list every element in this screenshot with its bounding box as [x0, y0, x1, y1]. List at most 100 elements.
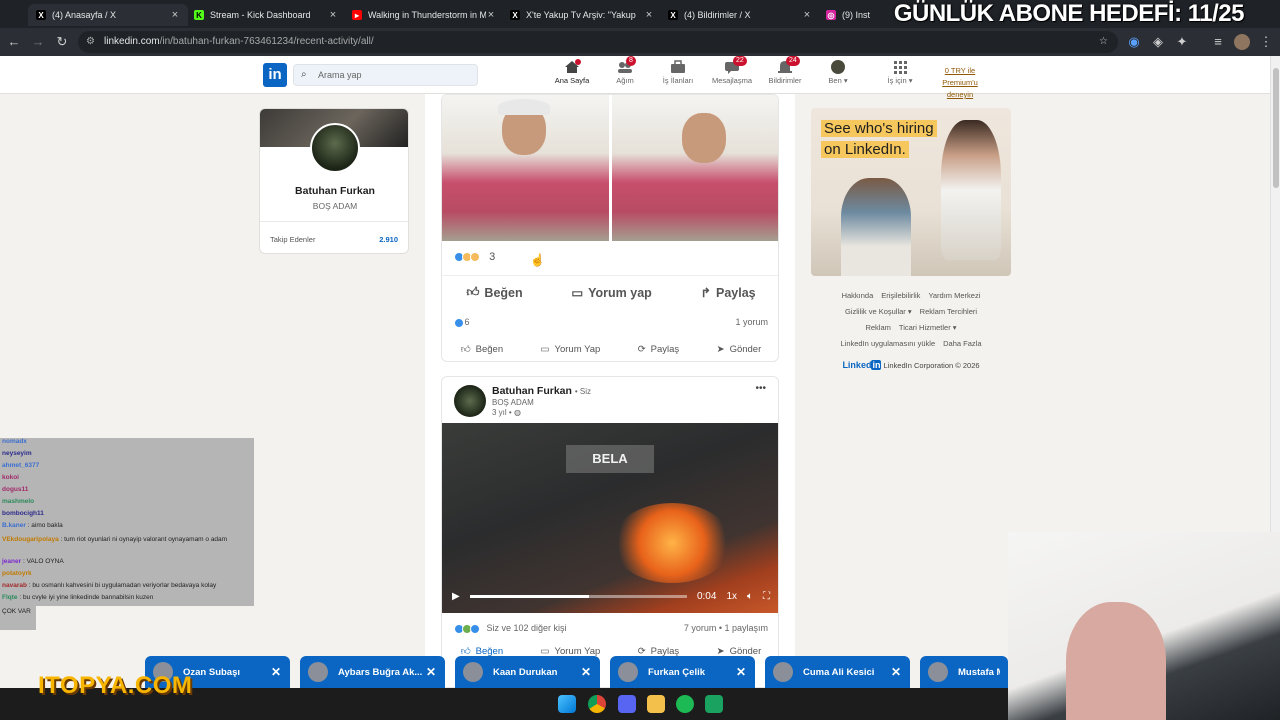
author-avatar[interactable]	[454, 385, 486, 417]
profile-avatar[interactable]	[310, 123, 360, 173]
nav-jobs[interactable]: İş İlanları	[648, 60, 708, 85]
linkedin-logo[interactable]: in	[263, 63, 287, 87]
briefcase-icon	[670, 60, 686, 74]
extension-icon[interactable]: ◈	[1150, 34, 1166, 50]
nav-notifications[interactable]: 24 Bildirimler	[755, 56, 815, 85]
scroll-thumb[interactable]	[1273, 68, 1279, 188]
browser-tab[interactable]: X X'te Yakup Tv Arşiv: "Yakup ×	[502, 4, 662, 26]
profile-avatar-icon[interactable]	[1234, 34, 1250, 50]
comment-button[interactable]: ▭ Yorum Yap	[541, 646, 601, 657]
footer-link[interactable]: Erişilebilirlik	[881, 291, 920, 300]
followers-label[interactable]: Takip Edenler	[270, 235, 315, 244]
notification-badge: 24	[786, 56, 800, 66]
footer-link[interactable]: Gizlilik ve Koşullar ▾	[845, 307, 912, 316]
comment-count[interactable]: 1 yorum	[735, 317, 768, 328]
browser-tab[interactable]: ▸ Walking in Thunderstorm in M ×	[344, 4, 504, 26]
video-player[interactable]: BELA ▶ 0:04 1x 🔈︎ ⛶	[442, 423, 778, 613]
post-menu-button[interactable]: •••	[755, 383, 766, 394]
page-scrollbar[interactable]	[1270, 56, 1280, 532]
browser-menu-icon[interactable]: ⋮	[1258, 34, 1274, 50]
send-button[interactable]: ➤ Gönder	[717, 646, 762, 657]
chat-window-tab[interactable]: Aybars Buğra Ak... ✕	[300, 656, 445, 688]
tab-close-icon[interactable]: ×	[170, 9, 180, 21]
close-icon[interactable]: ✕	[890, 665, 902, 679]
like-button[interactable]: 👍︎ Beğen	[461, 343, 503, 356]
nav-network[interactable]: 8 Ağım	[595, 56, 655, 85]
footer-link[interactable]: Reklam	[865, 323, 890, 332]
send-button[interactable]: ➤ Gönder	[717, 344, 762, 355]
reaction-summary[interactable]: 3	[454, 251, 495, 263]
footer-link[interactable]: Reklam Tercihleri	[920, 307, 977, 316]
bell-icon: 24	[777, 56, 800, 74]
comment-button[interactable]: ▭ Yorum yap	[571, 285, 651, 301]
browser-tab[interactable]: ◎ (9) Instag	[818, 4, 878, 26]
tab-close-icon[interactable]: ×	[486, 9, 496, 21]
nav-label: İş için	[887, 76, 907, 85]
followers-count[interactable]: 2.910	[379, 235, 398, 244]
ad-line: on LinkedIn.	[821, 141, 909, 158]
repost-button[interactable]: ⟳ Paylaş	[638, 344, 679, 355]
play-icon[interactable]: ▶	[452, 591, 460, 602]
profile-name[interactable]: Batuhan Furkan	[260, 185, 408, 197]
volume-icon[interactable]: 🔈︎	[747, 591, 753, 602]
forward-icon[interactable]: →	[30, 34, 46, 50]
comment-share-count[interactable]: 7 yorum • 1 paylaşım	[684, 623, 768, 634]
site-info-icon[interactable]: ⚙	[86, 31, 95, 53]
file-explorer-icon[interactable]	[647, 695, 665, 713]
spotify-icon[interactable]	[676, 695, 694, 713]
post-photo[interactable]	[442, 95, 609, 241]
extensions-puzzle-icon[interactable]: ✦	[1174, 34, 1190, 50]
media-controls-icon[interactable]: ≡	[1210, 34, 1226, 50]
footer-link[interactable]: Yardım Merkezi	[928, 291, 980, 300]
tab-close-icon[interactable]: ×	[328, 9, 338, 21]
chat-window-tab[interactable]: Furkan Çelik ✕	[610, 656, 755, 688]
send-icon: ➤	[716, 343, 725, 355]
premium-trial-link[interactable]: 0 TRY ile Premium'u deneyin	[930, 65, 990, 101]
tab-close-icon[interactable]: ×	[644, 9, 654, 21]
hiring-ad[interactable]: See who's hiring on LinkedIn.	[811, 108, 1011, 276]
discord-icon[interactable]	[618, 695, 636, 713]
nav-me[interactable]: Ben ▾	[808, 60, 868, 85]
close-icon[interactable]: ✕	[735, 665, 747, 679]
nav-home[interactable]: Ana Sayfa	[542, 59, 602, 85]
footer-link[interactable]: Daha Fazla	[943, 339, 981, 348]
browser-tab[interactable]: X (4) Bildirimler / X ×	[660, 4, 820, 26]
windows-start-icon[interactable]	[558, 695, 576, 713]
close-icon[interactable]: ✕	[270, 665, 282, 679]
post-photo[interactable]	[612, 95, 778, 241]
footer-link[interactable]: Ticari Hizmetler ▾	[899, 323, 957, 332]
close-icon[interactable]: ✕	[580, 665, 592, 679]
playback-speed-button[interactable]: 1x	[726, 591, 737, 602]
tab-close-icon[interactable]: ×	[802, 9, 812, 21]
footer-link[interactable]: LinkedIn uygulamasını yükle	[841, 339, 936, 348]
app-icon[interactable]	[705, 695, 723, 713]
back-icon[interactable]: ←	[6, 34, 22, 50]
search-input[interactable]: Arama yap	[293, 64, 478, 86]
extension-icon[interactable]: ◉	[1126, 34, 1142, 50]
chat-window-tab[interactable]: Cuma Ali Kesici ✕	[765, 656, 910, 688]
browser-tab[interactable]: K Stream - Kick Dashboard ×	[186, 4, 346, 26]
bookmark-star-icon[interactable]: ☆	[1099, 31, 1108, 53]
post-author[interactable]: Batuhan Furkan • Siz	[492, 385, 591, 397]
chat-window-tab[interactable]: Kaan Durukan ✕	[455, 656, 600, 688]
comment-button[interactable]: ▭ Yorum Yap	[541, 344, 601, 355]
chat-message: Flqte : bu cvyle iyi yine linkedinde ban…	[2, 594, 154, 601]
share-button[interactable]: ↱ Paylaş	[701, 285, 756, 301]
video-progress-bar[interactable]	[469, 594, 687, 598]
browser-tab[interactable]: X (4) Anasayfa / X ×	[28, 4, 188, 26]
footer-link[interactable]: Hakkında	[842, 291, 874, 300]
divider	[260, 221, 408, 222]
close-icon[interactable]: ✕	[425, 665, 437, 679]
chat-window-tab[interactable]: Mustafa Mer	[920, 656, 1008, 688]
chrome-icon[interactable]	[588, 695, 606, 713]
nav-messaging[interactable]: 22 Mesajlaşma	[702, 56, 762, 85]
profile-card[interactable]: Batuhan Furkan BOŞ ADAM Takip Edenler 2.…	[259, 108, 409, 254]
reaction-summary[interactable]: 6	[454, 317, 470, 328]
fullscreen-icon[interactable]: ⛶	[763, 591, 770, 602]
reaction-summary[interactable]: Siz ve 102 diğer kişi	[454, 623, 567, 634]
address-bar[interactable]: ⚙ linkedin.com/in/batuhan-furkan-7634612…	[78, 31, 1118, 53]
nav-for-business[interactable]: İş için ▾	[870, 60, 930, 85]
repost-button[interactable]: ⟳ Paylaş	[638, 646, 679, 657]
like-button[interactable]: 👍︎ Beğen	[466, 285, 522, 300]
reload-icon[interactable]: ↻	[54, 34, 70, 50]
